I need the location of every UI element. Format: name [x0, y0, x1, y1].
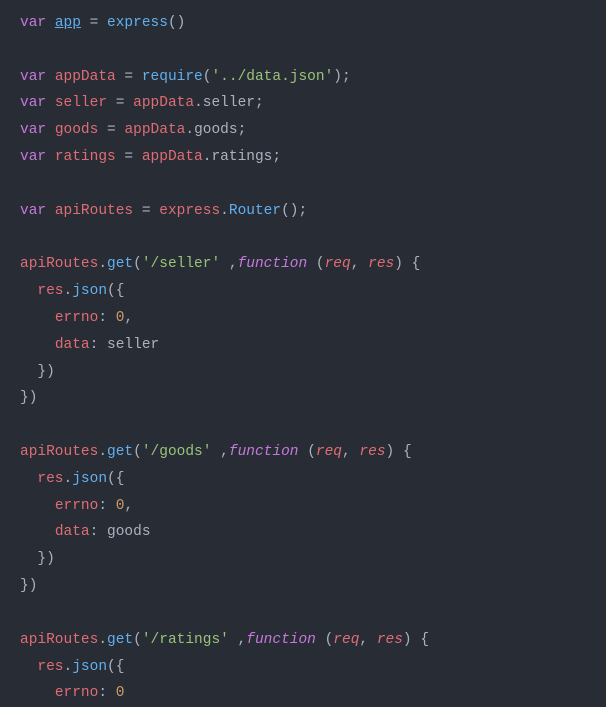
- code-line: }): [20, 385, 586, 412]
- code-line: apiRoutes.get('/seller' ,function (req, …: [20, 251, 586, 278]
- code-editor-content[interactable]: var app = express() var appData = requir…: [20, 10, 586, 707]
- code-line: var seller = appData.seller;: [20, 90, 586, 117]
- code-line: errno: 0: [20, 680, 586, 707]
- code-line: var goods = appData.goods;: [20, 117, 586, 144]
- blank-line: [20, 225, 586, 252]
- code-line: var appData = require('../data.json');: [20, 64, 586, 91]
- code-line: errno: 0,: [20, 305, 586, 332]
- code-line: data: goods: [20, 519, 586, 546]
- code-line: res.json({: [20, 278, 586, 305]
- code-line: }): [20, 546, 586, 573]
- code-line: }): [20, 359, 586, 386]
- code-line: res.json({: [20, 466, 586, 493]
- blank-line: [20, 37, 586, 64]
- blank-line: [20, 171, 586, 198]
- code-line: var apiRoutes = express.Router();: [20, 198, 586, 225]
- code-line: errno: 0,: [20, 493, 586, 520]
- code-line: apiRoutes.get('/goods' ,function (req, r…: [20, 439, 586, 466]
- code-line: var ratings = appData.ratings;: [20, 144, 586, 171]
- code-line: }): [20, 573, 586, 600]
- code-line: res.json({: [20, 654, 586, 681]
- code-line: data: seller: [20, 332, 586, 359]
- blank-line: [20, 412, 586, 439]
- code-line: var app = express(): [20, 10, 586, 37]
- blank-line: [20, 600, 586, 627]
- code-line: apiRoutes.get('/ratings' ,function (req,…: [20, 627, 586, 654]
